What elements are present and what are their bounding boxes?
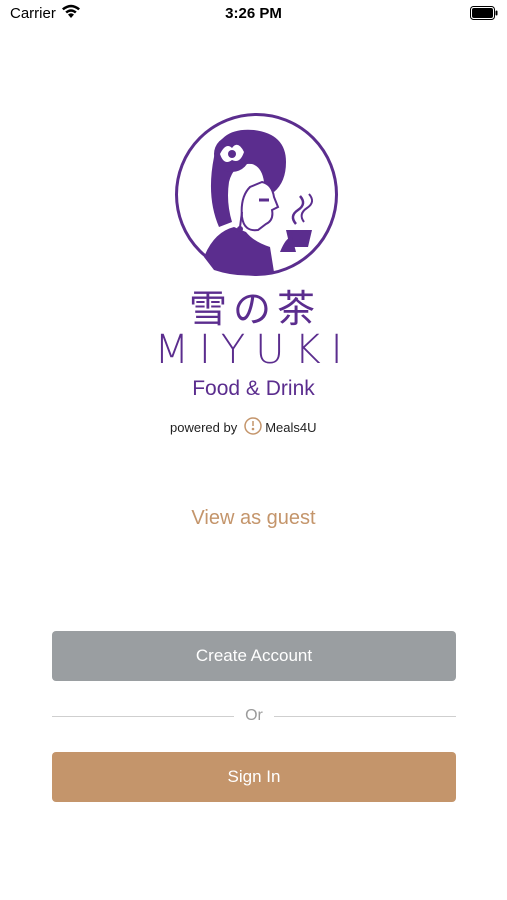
view-as-guest-link[interactable]: View as guest [0, 507, 507, 530]
sign-in-button[interactable]: Sign In [52, 752, 456, 802]
powered-by: powered by Meals4U [170, 416, 350, 438]
status-time: 3:26 PM [225, 5, 282, 22]
geisha-emblem [175, 113, 338, 276]
logo-subtitle: Food & Drink [192, 377, 315, 400]
logo-kanji: 雪の茶 [188, 287, 321, 331]
meals4u-icon [244, 416, 262, 438]
divider-line-right [274, 716, 456, 717]
logo-wordmark: MIYUKI [154, 327, 353, 373]
status-bar: Carrier 3:26 PM [0, 0, 507, 30]
powered-by-provider: Meals4U [265, 419, 317, 435]
create-account-button[interactable]: Create Account [52, 631, 456, 681]
battery-icon [470, 6, 498, 24]
or-divider: Or [52, 706, 456, 726]
powered-by-label: powered by [170, 419, 238, 435]
